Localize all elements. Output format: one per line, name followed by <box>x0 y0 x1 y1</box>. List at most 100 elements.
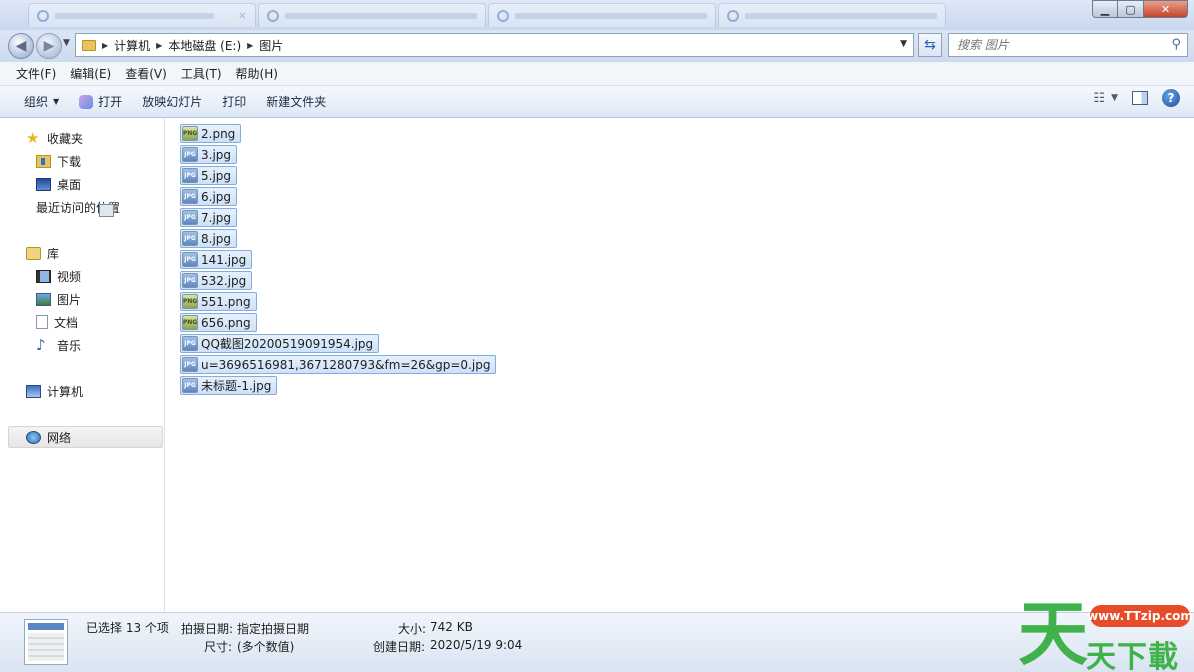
slideshow-button[interactable]: 放映幻灯片 <box>132 89 212 115</box>
forward-button[interactable]: ▶ <box>36 33 62 59</box>
file-item[interactable]: JPG 未标题-1.jpg <box>180 376 278 395</box>
breadcrumb-local-disk[interactable]: 本地磁盘 (E:) <box>168 37 241 54</box>
sidebar-label: 图片 <box>57 292 82 307</box>
tab-close-icon[interactable]: × <box>238 9 247 22</box>
file-name: 6.jpg <box>201 189 232 204</box>
menu-edit[interactable]: 编辑(E) <box>63 63 118 85</box>
file-item[interactable]: JPG 5.jpg <box>180 166 238 185</box>
open-with-app-icon <box>79 94 94 109</box>
menu-view[interactable]: 查看(V) <box>118 63 174 85</box>
document-icon <box>36 315 48 329</box>
menu-help[interactable]: 帮助(H) <box>229 63 285 85</box>
file-item[interactable]: JPG 8.jpg <box>180 229 238 248</box>
sidebar-item-libraries[interactable]: 库 <box>26 242 59 264</box>
chevron-right-icon[interactable]: ▶ <box>102 41 108 50</box>
file-list[interactable]: PNG 2.png JPG 3.jpg JPG 5.jpg JPG 6.jpg JPG 7.jpg… <box>165 118 1194 612</box>
jpg-file-icon: JPG <box>182 168 198 183</box>
png-file-icon: PNG <box>182 294 198 309</box>
file-item[interactable]: JPG 3.jpg <box>180 145 238 164</box>
menu-tools[interactable]: 工具(T) <box>174 63 229 85</box>
sidebar-item-recent-places[interactable]: 最近访问的位置 <box>36 196 120 218</box>
refresh-icon: ⇆ <box>924 37 936 53</box>
background-tab-2[interactable] <box>258 3 486 27</box>
organize-button[interactable]: 组织 ▼ <box>14 89 69 115</box>
background-tab-3[interactable] <box>488 3 716 27</box>
sidebar-item-network[interactable]: 网络 <box>26 426 71 448</box>
search-box[interactable]: ⚲ <box>948 33 1188 57</box>
sidebar-item-videos[interactable]: 视频 <box>36 265 81 287</box>
print-button[interactable]: 打印 <box>212 89 256 115</box>
file-item[interactable]: JPG 141.jpg <box>180 250 253 269</box>
breadcrumb-pictures[interactable]: 图片 <box>259 37 283 54</box>
search-input[interactable] <box>949 34 1154 56</box>
sidebar-item-desktop[interactable]: 桌面 <box>36 173 81 195</box>
file-item[interactable]: PNG 551.png <box>180 292 257 311</box>
sidebar-label: 计算机 <box>47 384 84 399</box>
file-item[interactable]: JPG 6.jpg <box>180 187 238 206</box>
file-name: QQ截图20200519091954.jpg <box>201 337 374 351</box>
file-item[interactable]: JPG 7.jpg <box>180 208 238 227</box>
background-tab-1[interactable]: × <box>28 3 256 27</box>
jpg-file-icon: JPG <box>182 273 198 288</box>
chevron-right-icon[interactable]: ▶ <box>156 41 162 50</box>
file-name: 7.jpg <box>201 210 232 225</box>
help-icon[interactable]: ? <box>1162 89 1180 107</box>
sidebar-label: 网络 <box>47 430 72 445</box>
sidebar-label: 桌面 <box>57 177 82 192</box>
tab-title-bar <box>55 12 214 19</box>
video-library-icon <box>36 269 51 283</box>
size-value: 742 KB <box>430 620 473 634</box>
change-view-icon[interactable]: ☷ <box>1093 91 1105 106</box>
file-name: 未标题-1.jpg <box>201 379 272 393</box>
file-item[interactable]: JPG u=3696516981,3671280793&fm=26&gp=0.jp… <box>180 355 497 374</box>
window-controls: ▁ ▢ ✕ <box>1092 0 1188 18</box>
file-item[interactable]: PNG 2.png <box>180 124 242 143</box>
watermark-big-char: 天 <box>1018 593 1088 672</box>
new-folder-label: 新建文件夹 <box>266 95 327 109</box>
selected-count: 已选择 13 个项 <box>86 621 169 635</box>
recent-pages-dropdown-icon[interactable]: ▼ <box>63 38 70 48</box>
date-taken-value[interactable]: 指定拍摄日期 <box>237 620 309 637</box>
desktop-icon <box>36 177 51 191</box>
file-name: 5.jpg <box>201 168 232 183</box>
maximize-button[interactable]: ▢ <box>1118 0 1144 18</box>
breadcrumb-computer[interactable]: 计算机 <box>114 37 150 54</box>
back-button[interactable]: ◀ <box>8 33 34 59</box>
sidebar-label: 视频 <box>57 269 82 284</box>
preview-pane-icon[interactable] <box>1132 91 1148 105</box>
print-label: 打印 <box>222 95 247 109</box>
details-pane: 已选择 13 个项 拍摄日期: 指定拍摄日期 尺寸: (多个数值) 大小: 74… <box>0 612 1194 672</box>
jpg-file-icon: JPG <box>182 210 198 225</box>
network-icon <box>26 430 41 444</box>
address-dropdown-icon[interactable]: ▼ <box>900 39 907 49</box>
background-tab-4[interactable] <box>718 3 946 27</box>
menu-bar: 文件(F) 编辑(E) 查看(V) 工具(T) 帮助(H) <box>0 62 1194 86</box>
navigation-pane: ★ 收藏夹 下载 桌面 最近访问的位置 库 视频 图片 文档 ♪ 音乐 计算机 网络 <box>0 118 165 612</box>
sidebar-item-computer[interactable]: 计算机 <box>26 380 83 402</box>
pictures-library-icon <box>36 292 51 306</box>
file-item[interactable]: PNG 656.png <box>180 313 257 332</box>
jpg-file-icon: JPG <box>182 378 198 393</box>
minimize-button[interactable]: ▁ <box>1092 0 1118 18</box>
refresh-button[interactable]: ⇆ <box>918 33 942 57</box>
chevron-down-icon[interactable]: ▼ <box>1111 93 1118 103</box>
address-bar[interactable]: ▶ 计算机 ▶ 本地磁盘 (E:) ▶ 图片 ▼ <box>75 33 914 57</box>
file-name: u=3696516981,3671280793&fm=26&gp=0.jpg <box>201 357 491 372</box>
file-name: 2.png <box>201 126 236 141</box>
sidebar-item-pictures[interactable]: 图片 <box>36 288 81 310</box>
sidebar-item-downloads[interactable]: 下载 <box>36 150 81 172</box>
new-folder-button[interactable]: 新建文件夹 <box>256 89 336 115</box>
chevron-right-icon[interactable]: ▶ <box>247 41 253 50</box>
close-button[interactable]: ✕ <box>1144 0 1188 18</box>
file-item[interactable]: JPG 532.jpg <box>180 271 253 290</box>
sidebar-item-music[interactable]: ♪ 音乐 <box>36 334 81 356</box>
star-icon: ★ <box>26 128 40 147</box>
menu-file[interactable]: 文件(F) <box>9 63 63 85</box>
address-row: ◀ ▶ ▼ ▶ 计算机 ▶ 本地磁盘 (E:) ▶ 图片 ▼ ⇆ ⚲ <box>0 30 1194 62</box>
open-button[interactable]: 打开 <box>69 89 132 115</box>
sidebar-item-favorites[interactable]: ★ 收藏夹 <box>26 127 83 149</box>
file-item[interactable]: JPG QQ截图20200519091954.jpg <box>180 334 380 353</box>
search-icon[interactable]: ⚲ <box>1171 37 1181 52</box>
sidebar-item-documents[interactable]: 文档 <box>36 311 78 333</box>
tab-title-bar <box>285 12 477 19</box>
